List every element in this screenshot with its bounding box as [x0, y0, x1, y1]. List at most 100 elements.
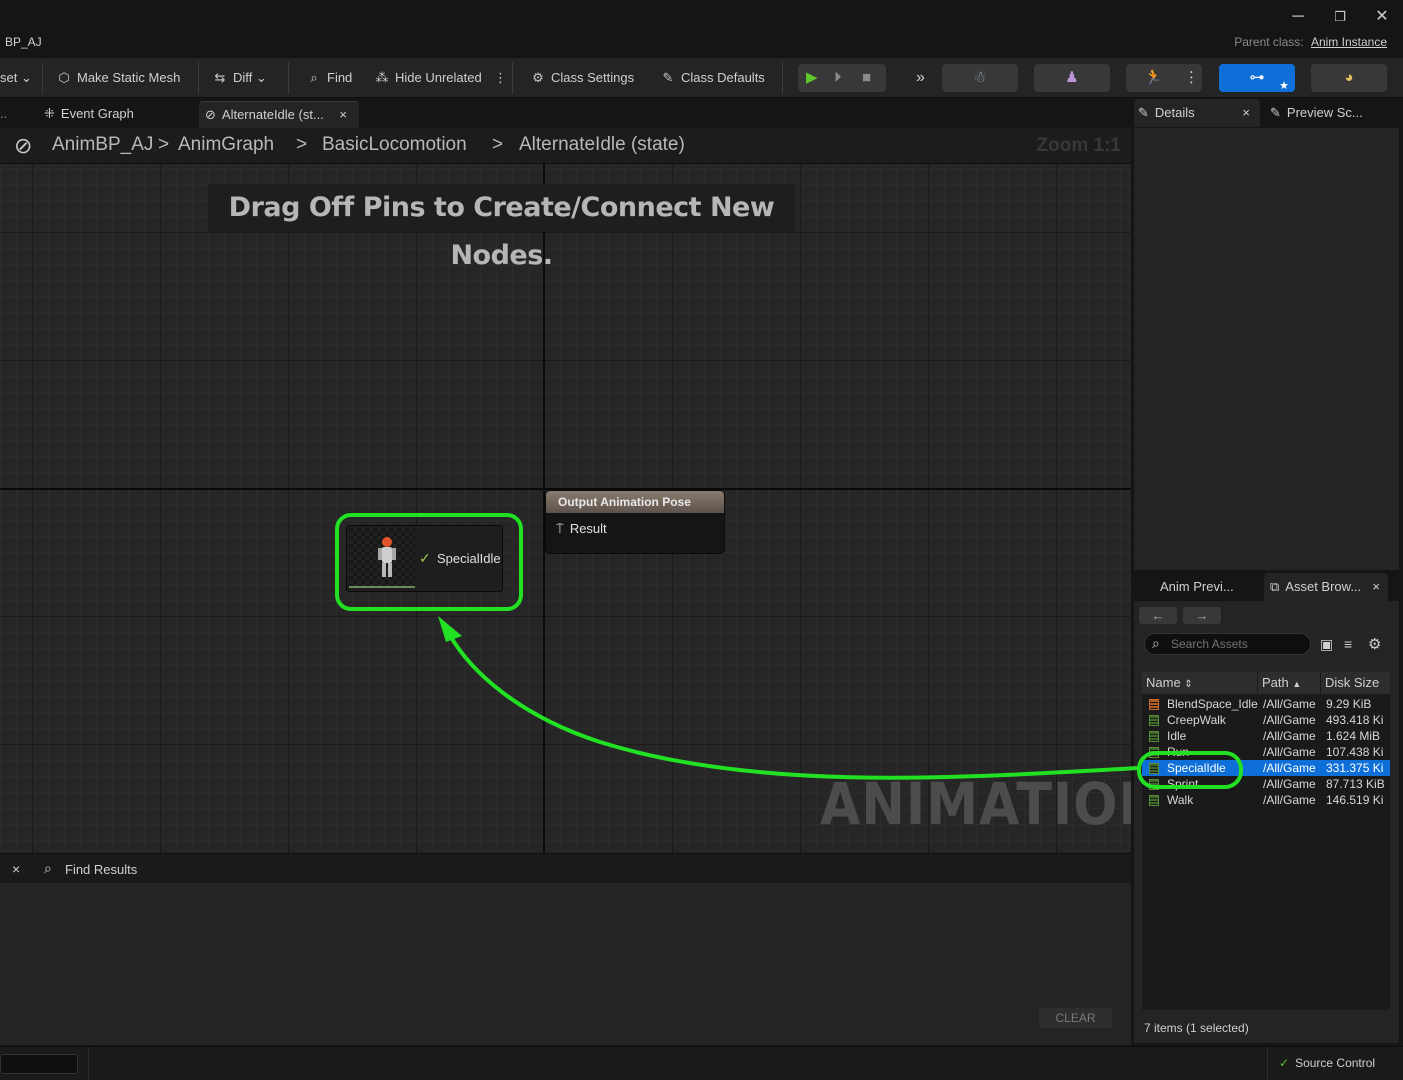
blueprint-mode-button[interactable]: ⊶ ★ — [1219, 64, 1295, 92]
asset-row[interactable]: Walk/All/Game 146.519 Ki — [1142, 792, 1390, 808]
state-graph-icon: ⊘ — [14, 133, 33, 158]
result-pin[interactable]: ⍑ Result — [556, 521, 607, 537]
physics-mode-button[interactable]: ◕ — [1311, 64, 1387, 92]
tab-asset-browser[interactable]: ⧉ Asset Brow... × — [1264, 573, 1388, 601]
breadcrumb: ⊘ AnimBP_AJ > AnimGraph > BasicLocomotio… — [0, 128, 1131, 164]
stop-icon[interactable]: ■ — [862, 64, 871, 92]
breadcrumb-item[interactable]: BasicLocomotion — [322, 134, 467, 156]
tab-details[interactable]: ✎ Details × — [1134, 99, 1260, 127]
column-header-path[interactable]: Path ▲ — [1262, 675, 1301, 690]
toolbar-divider — [288, 62, 289, 94]
tab-alternate-idle[interactable]: ⊘ AlternateIdle (st... × — [199, 101, 359, 128]
event-graph-icon: ⁜ — [44, 106, 55, 121]
find-label: Find — [327, 70, 353, 85]
tab-anim-preview[interactable]: Anim Previ... — [1152, 573, 1260, 601]
filter-icon[interactable]: ≡ — [1344, 636, 1352, 652]
source-control-button[interactable]: ✓ Source Control — [1279, 1056, 1375, 1070]
class-defaults-button[interactable]: ✎ Class Defaults — [660, 68, 765, 88]
close-tab-icon[interactable]: × — [339, 102, 347, 128]
close-window-button[interactable]: ✕ — [1368, 6, 1396, 28]
mesh-icon: ♟ — [1065, 69, 1079, 86]
hide-unrelated-label: Hide Unrelated — [395, 70, 482, 85]
pin-label: Result — [569, 521, 607, 536]
diff-button[interactable]: ⇆ Diff ⌄ — [212, 68, 267, 88]
star-icon: ★ — [1279, 80, 1289, 92]
minimize-button[interactable]: ─ — [1284, 6, 1312, 28]
step-icon[interactable]: ⏵ — [834, 64, 842, 92]
search-assets-field[interactable] — [1171, 636, 1306, 652]
close-tab-icon[interactable]: × — [1372, 573, 1380, 601]
asset-size: 9.29 KiB — [1326, 697, 1372, 711]
graph-canvas[interactable]: Drag Off Pins to Create/Connect New Node… — [0, 164, 1131, 853]
special-idle-node[interactable]: ✓ SpecialIdle — [346, 525, 503, 592]
hide-unrelated-icon: ⁂ — [375, 70, 389, 85]
maximize-button[interactable]: ❐ — [1326, 6, 1354, 28]
title-bar: BP_AJ ─ ❐ ✕ Parent class: Anim Instance — [0, 0, 1403, 58]
blendspace-icon — [1149, 699, 1159, 710]
folder-icon[interactable]: ▣ — [1320, 636, 1333, 653]
class-settings-button[interactable]: ⚙ Class Settings — [530, 68, 634, 88]
animation-thumbnail — [349, 528, 415, 588]
breadcrumb-item[interactable]: AlternateIdle (state) — [519, 134, 685, 156]
asset-row[interactable]: BlendSpace_Idle/All/Game 9.29 KiB — [1142, 696, 1390, 712]
more-options-icon[interactable]: ⋮ — [1184, 64, 1199, 92]
column-divider — [1257, 672, 1258, 694]
chevron-down-icon: ⌄ — [17, 70, 32, 85]
running-figure-icon: 🏃 — [1144, 69, 1163, 86]
parent-class-link[interactable]: Anim Instance — [1311, 35, 1387, 49]
asset-row[interactable]: CreepWalk/All/Game 493.418 Ki — [1142, 712, 1390, 728]
hide-unrelated-button[interactable]: ⁂ Hide Unrelated — [374, 68, 482, 88]
tab-preview-scene[interactable]: ✎ Preview Sc... — [1268, 99, 1398, 127]
more-options-icon[interactable]: ⋮ — [494, 68, 507, 88]
make-static-mesh-button[interactable]: ⬡ Make Static Mesh — [56, 68, 180, 88]
asset-name: Walk — [1167, 793, 1194, 807]
tab-label: AlternateIdle (st... — [221, 107, 324, 122]
node-label: SpecialIdle — [437, 551, 501, 566]
forward-arrow-icon[interactable]: → — [1183, 607, 1221, 624]
asset-path: /All/Game — [1263, 777, 1316, 791]
anim-sequence-icon — [1149, 715, 1159, 726]
diff-label: Diff — [233, 70, 253, 85]
back-arrow-icon[interactable]: ← — [1139, 607, 1177, 624]
skeleton-mode-button[interactable]: ☃ — [942, 64, 1018, 92]
mesh-mode-button[interactable]: ♟ — [1034, 64, 1110, 92]
asset-size: 331.375 Ki — [1326, 761, 1384, 775]
asset-name: BlendSpace_Idle — [1167, 697, 1258, 711]
asset-row[interactable]: Idle/All/Game 1.624 MiB — [1142, 728, 1390, 744]
asset-dropdown[interactable]: set ⌄ — [0, 68, 32, 88]
breadcrumb-item[interactable]: AnimGraph — [178, 134, 274, 156]
play-icon[interactable]: ▶ — [806, 64, 818, 92]
gear-icon: ⚙ — [532, 70, 544, 85]
asset-path: /All/Game — [1263, 697, 1316, 711]
asset-name: CreepWalk — [1167, 713, 1226, 727]
close-tab-icon[interactable]: × — [12, 861, 20, 877]
clear-button[interactable]: CLEAR — [1039, 1008, 1112, 1028]
asset-name: Idle — [1167, 729, 1187, 743]
tab-event-graph[interactable]: ⁜ Event Graph — [32, 101, 192, 128]
animation-mode-button[interactable]: 🏃 ⋮ — [1126, 64, 1202, 92]
breadcrumb-item[interactable]: AnimBP_AJ — [52, 134, 153, 156]
asset-path: /All/Game — [1263, 745, 1316, 759]
check-circle-icon: ✓ — [1279, 1056, 1290, 1070]
column-header-size[interactable]: Disk Size — [1325, 675, 1379, 690]
find-button[interactable]: ⌕ Find — [306, 68, 352, 88]
main-toolbar: set ⌄ ⬡ Make Static Mesh ⇆ Diff ⌄ ⌕ Find ⁂ H… — [0, 58, 1403, 98]
close-tab-icon[interactable]: × — [1242, 99, 1250, 127]
status-divider — [88, 1047, 89, 1080]
asset-size: 1.624 MiB — [1326, 729, 1381, 743]
character-icon — [378, 537, 396, 577]
expand-toolbar-icon[interactable]: » — [916, 68, 925, 88]
tab-overflow[interactable]: .. — [0, 101, 20, 128]
column-header-name[interactable]: Name ⇕ — [1146, 675, 1193, 690]
physics-icon: ◕ — [1344, 69, 1354, 86]
play-controls: ▶ ⏵ ■ — [798, 64, 886, 92]
gear-icon[interactable]: ⚙ — [1368, 635, 1381, 653]
output-animation-pose-node[interactable]: Output Animation Pose ⍑ Result — [545, 490, 725, 554]
search-assets-input[interactable]: ⌕ — [1144, 633, 1311, 655]
sort-ascending-icon: ▲ — [1292, 679, 1302, 689]
graph-watermark: ANIMATION — [820, 770, 1131, 838]
tab-label: Asset Brow... — [1285, 579, 1362, 594]
asset-size: 493.418 Ki — [1326, 713, 1384, 727]
breadcrumb-separator: > — [492, 134, 504, 155]
console-input[interactable] — [0, 1054, 78, 1074]
